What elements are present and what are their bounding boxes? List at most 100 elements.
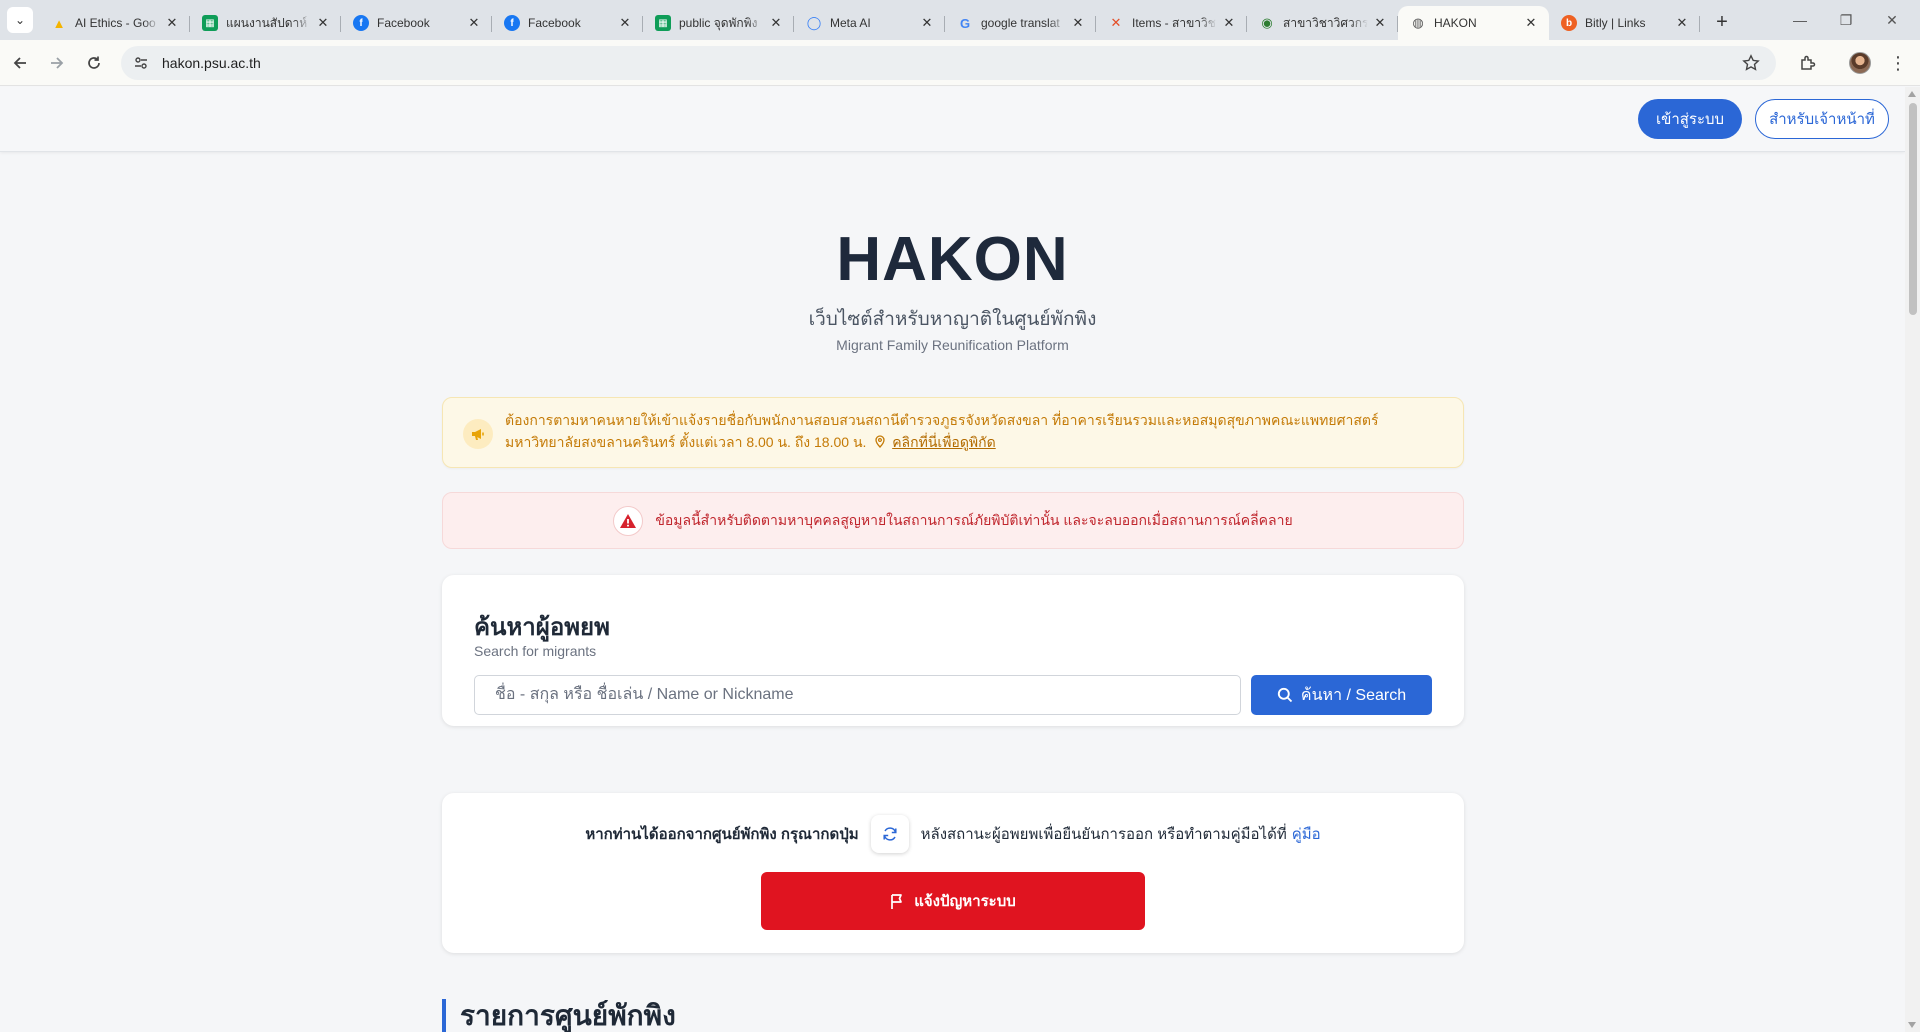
login-button[interactable]: เข้าสู่ระบบ xyxy=(1638,99,1742,139)
page-content: เข้าสู่ระบบ สำหรับเจ้าหน้าที่ HAKON เว็บ… xyxy=(0,87,1905,1032)
tab-title: Bitly | Links xyxy=(1585,16,1646,30)
forward-button[interactable] xyxy=(40,46,74,80)
map-location-link[interactable]: คลิกที่นี่เพื่อดูพิกัด xyxy=(892,434,996,450)
tab-title: google translat xyxy=(981,16,1060,30)
tab-title: แผนงานสัปดาห์ A xyxy=(226,15,311,30)
notice-text: ต้องการตามหาคนหายให้เข้าแจ้งรายชื่อกับพน… xyxy=(505,409,1435,453)
page-scrollbar[interactable] xyxy=(1905,87,1920,1032)
extensions-button[interactable] xyxy=(1791,46,1825,80)
bookmark-star-icon[interactable] xyxy=(1742,54,1760,72)
exit-instructions: หากท่านได้ออกจากศูนย์พักพิง กรุณากดปุ่ม … xyxy=(442,815,1464,853)
browser-tab[interactable]: ▦ แผนงานสัปดาห์ A ✕ xyxy=(190,6,341,40)
page-subtitle-thai: เว็บไซต์สำหรับหาญาติในศูนย์พักพิง xyxy=(808,309,1097,330)
browser-tab[interactable]: f Facebook ✕ xyxy=(492,6,643,40)
browser-tab[interactable]: b Bitly | Links ✕ xyxy=(1549,6,1700,40)
google-drive-icon: ▲ xyxy=(52,15,66,31)
search-input[interactable] xyxy=(474,675,1241,715)
close-tab-icon[interactable]: ✕ xyxy=(1221,15,1237,31)
page-subtitle-english: Migrant Family Reunification Platform xyxy=(836,337,1069,353)
site-header: เข้าสู่ระบบ สำหรับเจ้าหน้าที่ xyxy=(0,87,1905,152)
google-icon: G xyxy=(959,15,971,31)
exit-text-after: หลังสถานะผู้อพยพเพื่อยืนยันการออก หรือทำ… xyxy=(920,826,1287,843)
google-sheets-icon: ▦ xyxy=(202,15,218,31)
close-tab-icon[interactable]: ✕ xyxy=(1372,15,1388,31)
megaphone-icon xyxy=(463,419,493,449)
warning-banner: ข้อมูลนี้สำหรับติดตามหาบุคคลสูญหายในสถาน… xyxy=(442,492,1464,549)
tab-title: AI Ethics - Goo xyxy=(75,16,156,30)
browser-toolbar: hakon.psu.ac.th ⋮ xyxy=(0,40,1920,86)
search-subheading: Search for migrants xyxy=(474,643,597,659)
tab-search-button[interactable]: ⌄ xyxy=(7,7,33,33)
shelter-list-heading: รายการศูนย์พักพิง xyxy=(442,999,676,1032)
browser-tab[interactable]: ◯ Meta AI ✕ xyxy=(794,6,945,40)
reload-button[interactable] xyxy=(77,46,111,80)
chevron-down-icon: ⌄ xyxy=(14,13,26,27)
scroll-up-arrow[interactable] xyxy=(1908,91,1916,97)
university-icon: ◉ xyxy=(1261,15,1273,30)
browser-tab[interactable]: ▲ AI Ethics - Goo ✕ xyxy=(39,6,190,40)
close-tab-icon[interactable]: ✕ xyxy=(1523,15,1539,31)
page-title: HAKON xyxy=(836,225,1069,294)
close-tab-icon[interactable]: ✕ xyxy=(617,15,633,31)
close-tab-icon[interactable]: ✕ xyxy=(164,15,180,31)
browser-tab[interactable]: ◉ สาขาวิชาวิศวกรร ✕ xyxy=(1247,6,1398,40)
site-info-icon[interactable] xyxy=(129,51,153,75)
search-icon xyxy=(1277,687,1293,703)
staff-button[interactable]: สำหรับเจ้าหน้าที่ xyxy=(1755,99,1889,139)
arrow-right-icon xyxy=(51,56,64,69)
close-tab-icon[interactable]: ✕ xyxy=(315,15,331,31)
browser-tab[interactable]: ✕ Items - สาขาวิช ✕ xyxy=(1096,6,1247,40)
report-problem-label: แจ้งปัญหาระบบ xyxy=(914,893,1016,910)
arrow-left-icon xyxy=(13,56,26,69)
browser-tab[interactable]: ◍ HAKON ✕ xyxy=(1398,6,1549,40)
warning-text: ข้อมูลนี้สำหรับติดตามหาบุคคลสูญหายในสถาน… xyxy=(655,511,1293,528)
tab-title: Facebook xyxy=(377,16,430,30)
close-window-button[interactable]: ✕ xyxy=(1869,0,1915,40)
back-button[interactable] xyxy=(3,46,37,80)
url-text[interactable]: hakon.psu.ac.th xyxy=(162,55,261,71)
address-bar[interactable]: hakon.psu.ac.th xyxy=(121,46,1776,80)
restore-button[interactable]: ❐ xyxy=(1823,0,1869,40)
more-vertical-icon: ⋮ xyxy=(1889,53,1907,73)
tab-title: public จุดพักพิง xyxy=(679,15,758,30)
close-tab-icon[interactable]: ✕ xyxy=(1070,15,1086,31)
new-tab-button[interactable]: + xyxy=(1708,8,1736,36)
google-sheets-icon: ▦ xyxy=(655,15,671,31)
search-heading: ค้นหาผู้อพยพ xyxy=(474,614,610,641)
facebook-icon: f xyxy=(504,15,520,31)
facebook-icon: f xyxy=(353,15,369,31)
manual-link[interactable]: คู่มือ xyxy=(1292,822,1321,846)
flag-icon xyxy=(891,893,903,909)
tab-title: Meta AI xyxy=(830,16,871,30)
browser-tab[interactable]: f Facebook ✕ xyxy=(341,6,492,40)
avatar xyxy=(1849,52,1871,74)
search-card: ค้นหาผู้อพยพ Search for migrants ค้นหา /… xyxy=(442,575,1464,726)
tab-separator xyxy=(1699,16,1700,32)
notice-banner: ต้องการตามหาคนหายให้เข้าแจ้งรายชื่อกับพน… xyxy=(442,397,1464,468)
search-button[interactable]: ค้นหา / Search xyxy=(1251,675,1432,715)
exit-confirmation-card: หากท่านได้ออกจากศูนย์พักพิง กรุณากดปุ่ม … xyxy=(442,793,1464,953)
browser-tab-strip: ⌄ ▲ AI Ethics - Goo ✕ ▦ แผนงานสัปดาห์ A ✕ f Fac… xyxy=(0,0,1920,40)
minimize-button[interactable]: — xyxy=(1777,0,1823,40)
scroll-down-arrow[interactable] xyxy=(1908,1022,1916,1028)
tab-title: Facebook xyxy=(528,16,581,30)
browser-tab[interactable]: ▦ public จุดพักพิง ✕ xyxy=(643,6,794,40)
bitly-icon: b xyxy=(1561,15,1577,31)
refresh-status-button[interactable] xyxy=(870,815,909,853)
meta-ai-icon: ◯ xyxy=(806,15,822,30)
scrollbar-thumb[interactable] xyxy=(1909,103,1917,315)
close-tab-icon[interactable]: ✕ xyxy=(466,15,482,31)
items-icon: ✕ xyxy=(1110,15,1122,30)
profile-button[interactable] xyxy=(1843,46,1877,80)
close-tab-icon[interactable]: ✕ xyxy=(919,15,935,31)
exit-text-before: หากท่านได้ออกจากศูนย์พักพิง กรุณากดปุ่ม xyxy=(585,826,859,843)
close-tab-icon[interactable]: ✕ xyxy=(1674,15,1690,31)
browser-menu-button[interactable]: ⋮ xyxy=(1881,46,1915,80)
tab-title: HAKON xyxy=(1434,16,1477,30)
close-tab-icon[interactable]: ✕ xyxy=(768,15,784,31)
map-pin-icon xyxy=(870,434,892,450)
browser-tab[interactable]: Ggoogle translat ✕ xyxy=(945,6,1096,40)
globe-icon: ◍ xyxy=(1412,15,1424,30)
report-problem-button[interactable]: แจ้งปัญหาระบบ xyxy=(761,872,1145,930)
warning-triangle-icon xyxy=(613,505,644,536)
